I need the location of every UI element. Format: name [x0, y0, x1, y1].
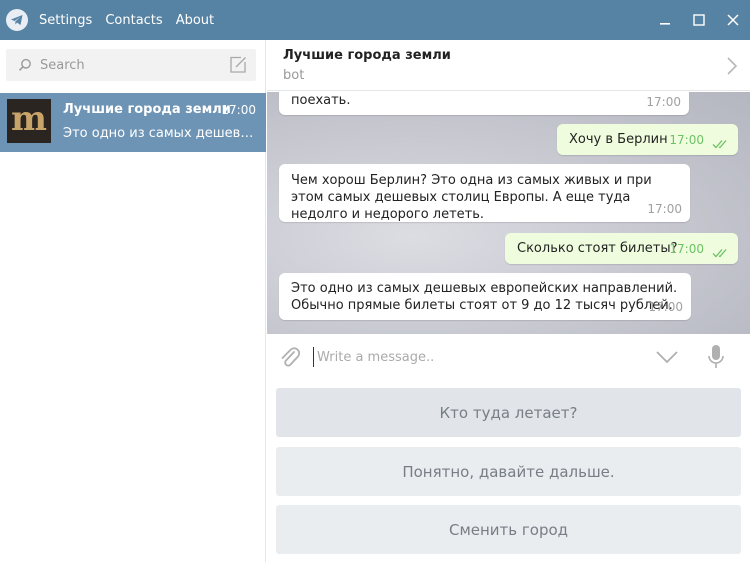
avatar: m [7, 99, 51, 143]
close-icon [727, 14, 739, 26]
message-bubble: Чем хорош Берлин? Это одна из самых живы… [279, 164, 690, 222]
window-controls [648, 0, 750, 40]
message-text: Сколько стоят билеты? [517, 241, 678, 256]
chevron-down-icon[interactable] [655, 348, 679, 366]
search-icon [18, 58, 38, 72]
chevron-right-icon[interactable] [726, 56, 738, 76]
read-ticks-icon [712, 140, 727, 149]
message-time: 17:00 [669, 133, 704, 147]
chat-preview: Это одно из самых дешевых европейских на… [63, 126, 258, 141]
minimize-button[interactable] [648, 0, 682, 40]
maximize-icon [693, 14, 705, 26]
bot-keyboard: Кто туда летает? Понятно, давайте дальше… [267, 380, 750, 562]
sidebar: m Лучшие города земли 17:00 Это одно из … [0, 40, 266, 562]
message-time: 17:00 [669, 242, 704, 256]
maximize-button[interactable] [682, 0, 716, 40]
bot-keyboard-button[interactable]: Кто туда летает? [276, 388, 741, 437]
message-text: Хочу в Берлин [569, 132, 668, 147]
compose-icon[interactable] [228, 55, 248, 75]
chat-status: bot [283, 68, 305, 83]
message-time: 17:00 [648, 300, 683, 314]
bot-keyboard-button[interactable]: Понятно, давайте дальше. [276, 447, 741, 496]
chat-name: Лучшие города земли [63, 102, 231, 117]
bot-keyboard-button[interactable]: Сменить город [276, 505, 741, 554]
message-bubble: Хочу в Берлин 17:00 [557, 124, 738, 155]
message-bubble: Сколько стоят билеты? 17:00 [505, 233, 738, 264]
menu-contacts[interactable]: Contacts [105, 13, 162, 28]
message-composer [267, 334, 750, 380]
paperclip-icon[interactable] [279, 345, 301, 369]
title-bar: Settings Contacts About [0, 0, 750, 40]
message-text: Это одно из самых дешевых европейских на… [291, 281, 678, 313]
chat-title: Лучшие города земли [283, 48, 451, 63]
message-input[interactable] [313, 347, 633, 367]
minimize-icon [660, 23, 670, 25]
message-text: Чем хорош Берлин? Это одна из самых живы… [291, 173, 652, 222]
chat-list-item[interactable]: m Лучшие города земли 17:00 Это одно из … [0, 93, 266, 152]
message-text: поехать. [291, 93, 351, 108]
message-bubble: Это одно из самых дешевых европейских на… [279, 273, 691, 320]
telegram-logo-icon[interactable] [6, 9, 28, 31]
menu-about[interactable]: About [176, 13, 214, 28]
menu-settings[interactable]: Settings [39, 13, 92, 28]
message-time: 17:00 [647, 202, 682, 216]
microphone-icon[interactable] [707, 344, 725, 370]
message-history[interactable]: поехать. 17:00 Хочу в Берлин 17:00 Чем х… [267, 92, 750, 334]
search-box[interactable] [6, 49, 256, 81]
close-button[interactable] [716, 0, 750, 40]
read-ticks-icon [712, 249, 727, 258]
chat-time: 17:00 [221, 103, 256, 117]
search-input[interactable] [40, 57, 220, 73]
message-bubble: поехать. 17:00 [279, 92, 689, 115]
avatar-letter: m [11, 99, 47, 139]
message-time: 17:00 [646, 95, 681, 109]
chat-header[interactable]: Лучшие города земли bot [267, 40, 750, 91]
